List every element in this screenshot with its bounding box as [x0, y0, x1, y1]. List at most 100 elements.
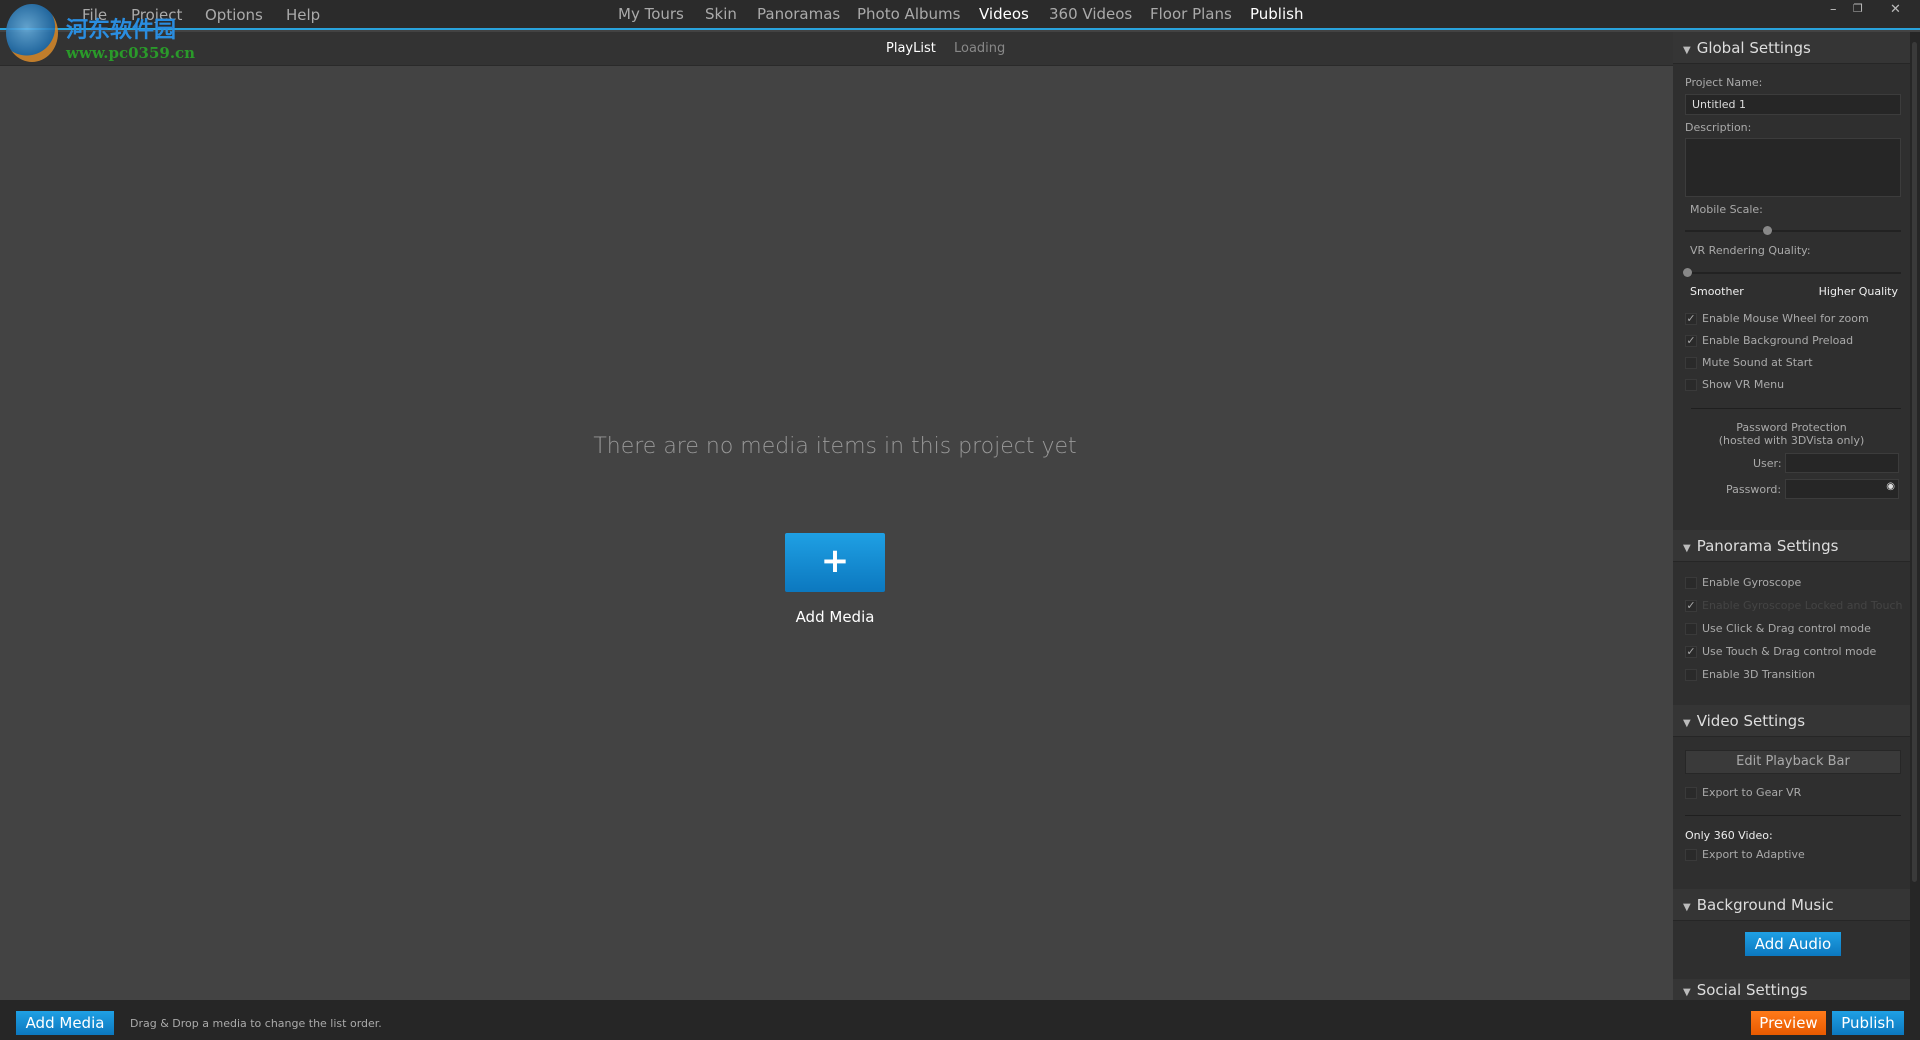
- section-social-settings[interactable]: ▼ Social Settings: [1673, 979, 1910, 1000]
- watermark-text: 河东软件园: [66, 17, 177, 43]
- checkbox-box[interactable]: [1685, 668, 1697, 681]
- collapse-triangle-icon: ▼: [1683, 718, 1691, 729]
- checkbox-box[interactable]: [1685, 576, 1697, 589]
- checkbox-box[interactable]: [1685, 786, 1697, 799]
- app-logo: [6, 4, 58, 62]
- add-media-large-button[interactable]: +: [785, 533, 885, 592]
- export-adaptive-checkbox[interactable]: Export to Adaptive: [1685, 848, 1805, 861]
- checkbox-show-vr-menu[interactable]: Show VR Menu: [1685, 378, 1784, 391]
- scrollbar-thumb[interactable]: [1912, 42, 1917, 882]
- nav-videos[interactable]: Videos: [979, 5, 1029, 23]
- checkbox-enable-gyroscope-locked-and-touch[interactable]: ✓ Enable Gyroscope Locked and Touch: [1685, 599, 1902, 612]
- section-title: Background Music: [1696, 896, 1834, 914]
- checkbox-box[interactable]: [1685, 622, 1697, 635]
- checkbox-use-click-drag-control-mode[interactable]: Use Click & Drag control mode: [1685, 622, 1871, 635]
- checkbox-enable-background-preload[interactable]: ✓ Enable Background Preload: [1685, 334, 1853, 347]
- menu-help[interactable]: Help: [286, 6, 320, 24]
- smoother-label: Smoother: [1690, 285, 1744, 298]
- checkmark-icon[interactable]: ✓: [1685, 334, 1697, 347]
- publish-button[interactable]: Publish: [1832, 1011, 1904, 1035]
- higher-quality-label: Higher Quality: [1818, 285, 1898, 298]
- add-media-button[interactable]: Add Media: [16, 1011, 114, 1035]
- nav-my-tours[interactable]: My Tours: [618, 5, 684, 23]
- vr-quality-slider[interactable]: [1683, 268, 1901, 277]
- sub-tab-bar: PlayList Loading: [0, 32, 1673, 66]
- checkbox-label: Use Click & Drag control mode: [1702, 622, 1871, 635]
- collapse-triangle-icon: ▼: [1683, 543, 1691, 554]
- password-protection-subtitle: (hosted with 3DVista only): [1718, 434, 1865, 447]
- description-input[interactable]: [1685, 138, 1901, 197]
- only-360-video-label: Only 360 Video:: [1685, 829, 1773, 842]
- description-label: Description:: [1685, 121, 1752, 134]
- collapse-triangle-icon: ▼: [1683, 987, 1691, 998]
- checkbox-box[interactable]: [1685, 356, 1697, 369]
- tab-playlist[interactable]: PlayList: [886, 41, 936, 56]
- password-protection-title: Password Protection: [1736, 421, 1847, 434]
- slider-knob[interactable]: [1763, 226, 1773, 235]
- settings-panel: ▼ Global Settings Project Name: Untitled …: [1673, 32, 1910, 1000]
- eye-icon[interactable]: ◉: [1886, 481, 1895, 492]
- empty-message: There are no media items in this project…: [593, 434, 1077, 459]
- vr-quality-label: VR Rendering Quality:: [1690, 244, 1811, 257]
- section-title: Panorama Settings: [1696, 537, 1839, 555]
- panel-scrollbar[interactable]: [1910, 32, 1920, 1000]
- checkbox-label: Enable 3D Transition: [1702, 668, 1816, 681]
- add-media-label[interactable]: Add Media: [735, 608, 935, 626]
- nav-photo-albums[interactable]: Photo Albums: [857, 5, 960, 23]
- menu-options[interactable]: Options: [205, 6, 263, 24]
- close-icon[interactable]: ✕: [1890, 2, 1901, 17]
- export-gear-vr-checkbox[interactable]: Export to Gear VR: [1685, 786, 1801, 799]
- bottom-bar: Add Media Drag & Drop a media to change …: [0, 1000, 1920, 1040]
- checkmark-icon[interactable]: ✓: [1685, 312, 1697, 325]
- watermark-url: www.pc0359.cn: [66, 44, 196, 62]
- checkbox-enable-gyroscope[interactable]: Enable Gyroscope: [1685, 576, 1801, 589]
- edit-playback-bar-button[interactable]: Edit Playback Bar: [1685, 750, 1901, 774]
- password-input[interactable]: ◉: [1785, 479, 1899, 499]
- nav-publish[interactable]: Publish: [1250, 5, 1303, 23]
- mobile-scale-slider[interactable]: [1685, 226, 1901, 235]
- mobile-scale-label: Mobile Scale:: [1690, 203, 1763, 216]
- project-name-input[interactable]: Untitled 1: [1685, 94, 1901, 115]
- section-panorama-settings[interactable]: ▼ Panorama Settings: [1673, 530, 1910, 562]
- section-background-music[interactable]: ▼ Background Music: [1673, 889, 1910, 921]
- preview-button[interactable]: Preview: [1751, 1011, 1826, 1035]
- slider-knob[interactable]: [1683, 268, 1692, 277]
- section-title: Global Settings: [1696, 39, 1811, 57]
- drag-drop-hint: Drag & Drop a media to change the list o…: [130, 1017, 382, 1030]
- section-title: Video Settings: [1696, 712, 1806, 730]
- checkbox-label: Export to Gear VR: [1702, 786, 1802, 799]
- checkbox-mute-sound-at-start[interactable]: Mute Sound at Start: [1685, 356, 1813, 369]
- checkbox-label: Enable Gyroscope Locked and Touch: [1702, 599, 1903, 612]
- checkbox-label: Use Touch & Drag control mode: [1702, 645, 1877, 658]
- media-list-area: There are no media items in this project…: [0, 66, 1673, 1000]
- checkbox-use-touch-drag-control-mode[interactable]: ✓ Use Touch & Drag control mode: [1685, 645, 1876, 658]
- title-bar: 河东软件园 www.pc0359.cn File Project Options…: [0, 0, 1920, 62]
- section-global-settings[interactable]: ▼ Global Settings: [1673, 32, 1910, 64]
- checkmark-icon[interactable]: ✓: [1685, 599, 1697, 612]
- checkbox-label: Enable Gyroscope: [1702, 576, 1802, 589]
- checkmark-icon[interactable]: ✓: [1685, 645, 1697, 658]
- checkbox-label: Export to Adaptive: [1702, 848, 1805, 861]
- section-title: Social Settings: [1696, 981, 1808, 999]
- collapse-triangle-icon: ▼: [1683, 45, 1691, 56]
- add-audio-button[interactable]: Add Audio: [1745, 932, 1841, 956]
- user-input[interactable]: [1785, 453, 1899, 473]
- restore-icon[interactable]: ❐: [1853, 2, 1863, 15]
- user-label: User:: [1753, 457, 1782, 470]
- password-label: Password:: [1726, 483, 1782, 496]
- checkbox-label: Mute Sound at Start: [1702, 356, 1813, 369]
- project-name-label: Project Name:: [1685, 76, 1763, 89]
- tab-loading[interactable]: Loading: [954, 41, 1005, 56]
- collapse-triangle-icon: ▼: [1683, 902, 1691, 913]
- minimize-icon[interactable]: –: [1830, 2, 1837, 17]
- nav-panoramas[interactable]: Panoramas: [757, 5, 840, 23]
- checkbox-enable-3d-transition[interactable]: Enable 3D Transition: [1685, 668, 1815, 681]
- nav-floor-plans[interactable]: Floor Plans: [1150, 5, 1232, 23]
- nav-360-videos[interactable]: 360 Videos: [1049, 5, 1132, 23]
- section-video-settings[interactable]: ▼ Video Settings: [1673, 705, 1910, 737]
- checkbox-box[interactable]: [1685, 848, 1697, 861]
- checkbox-label: Enable Background Preload: [1702, 334, 1854, 347]
- nav-skin[interactable]: Skin: [705, 5, 737, 23]
- checkbox-box[interactable]: [1685, 378, 1697, 391]
- checkbox-enable-mouse-wheel-for-zoom[interactable]: ✓ Enable Mouse Wheel for zoom: [1685, 312, 1869, 325]
